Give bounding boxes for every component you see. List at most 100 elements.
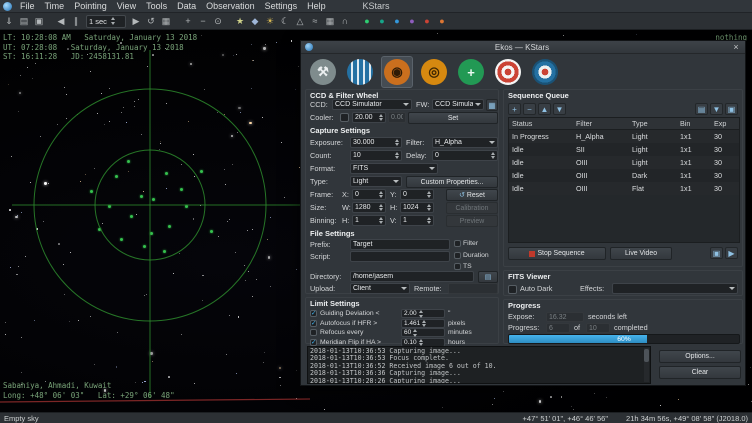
zoom-in-icon[interactable]: + bbox=[181, 14, 195, 28]
moon-toggle-icon[interactable]: ☾ bbox=[278, 14, 292, 28]
custom-properties-button[interactable]: Custom Properties... bbox=[406, 176, 498, 188]
guide-module-tab[interactable]: + bbox=[455, 56, 487, 88]
zoom-out-icon[interactable]: − bbox=[196, 14, 210, 28]
bin-h-input[interactable]: 1 bbox=[352, 215, 386, 226]
spin-arrows-icon[interactable] bbox=[419, 339, 423, 347]
video-display-button[interactable]: ▶ bbox=[725, 247, 738, 259]
reset-frame-button[interactable]: ↺Reset bbox=[446, 189, 498, 201]
focus-module-tab[interactable]: ◎ bbox=[418, 56, 450, 88]
planet-marker-icon[interactable]: ● bbox=[390, 14, 404, 28]
menu-pointing[interactable]: Pointing bbox=[69, 0, 112, 13]
stars-toggle-icon[interactable]: ★ bbox=[233, 14, 247, 28]
fw-select[interactable]: CCD Simulator bbox=[432, 99, 484, 110]
milky-way-toggle-icon[interactable]: ≈ bbox=[308, 14, 322, 28]
type-select[interactable]: Light bbox=[350, 176, 402, 187]
auto-dark-checkbox[interactable] bbox=[508, 285, 517, 294]
bin-v-input[interactable]: 1 bbox=[400, 215, 434, 226]
observatory-module-tab[interactable] bbox=[529, 56, 561, 88]
spin-arrows-icon[interactable] bbox=[422, 320, 426, 328]
fits-preview-button[interactable]: ▣ bbox=[710, 247, 723, 259]
options-button[interactable]: Options... bbox=[659, 350, 741, 363]
limit-value-input[interactable]: 1.461 bbox=[401, 319, 445, 328]
time-rewind-icon[interactable]: ◀ bbox=[54, 14, 68, 28]
sun-marker-icon[interactable]: ● bbox=[435, 14, 449, 28]
move-job-down-icon[interactable]: ▼ bbox=[553, 103, 566, 115]
calendar-icon[interactable]: ▦ bbox=[159, 14, 173, 28]
dialog-titlebar[interactable]: Ekos — KStars × bbox=[301, 41, 745, 54]
clear-button[interactable]: Clear bbox=[659, 366, 741, 379]
setup-module-tab[interactable]: ⚒ bbox=[307, 56, 339, 88]
spin-arrows-icon[interactable] bbox=[491, 152, 495, 160]
spin-arrows-icon[interactable] bbox=[419, 310, 423, 318]
frame-x-input[interactable]: 0 bbox=[352, 189, 386, 200]
log-scrollbar-thumb[interactable] bbox=[644, 349, 649, 362]
ccd-select[interactable]: CCD Simulator bbox=[332, 99, 412, 110]
menu-view[interactable]: View bbox=[112, 0, 141, 13]
print-icon[interactable]: ▣ bbox=[32, 14, 46, 28]
effects-select[interactable] bbox=[612, 283, 738, 294]
cooler-checkbox[interactable] bbox=[340, 113, 349, 122]
constellation-toggle-icon[interactable]: △ bbox=[293, 14, 307, 28]
limit-checkbox[interactable]: ✓ bbox=[310, 310, 317, 317]
move-job-up-icon[interactable]: ▲ bbox=[538, 103, 551, 115]
horizon-toggle-icon[interactable]: ∩ bbox=[338, 14, 352, 28]
spin-arrows-icon[interactable] bbox=[427, 217, 431, 225]
time-info-box[interactable]: LT: 10:28:08 AM Saturday, January 13 201… bbox=[3, 33, 197, 62]
save-queue-as-icon[interactable]: ▣ bbox=[725, 103, 738, 115]
spin-arrows-icon[interactable] bbox=[111, 17, 115, 25]
spin-arrows-icon[interactable] bbox=[413, 329, 417, 337]
load-queue-icon[interactable]: ▤ bbox=[695, 103, 708, 115]
spin-arrows-icon[interactable] bbox=[395, 152, 399, 160]
menu-data[interactable]: Data bbox=[172, 0, 201, 13]
queue-row[interactable]: IdleOIIIDark1x130 bbox=[509, 169, 739, 182]
format-select[interactable]: FITS bbox=[350, 163, 438, 174]
sequence-queue-table[interactable]: StatusFilterTypeBinExpIn ProgressH_Alpha… bbox=[508, 117, 740, 243]
spin-arrows-icon[interactable] bbox=[379, 204, 383, 212]
spin-arrows-icon[interactable] bbox=[379, 114, 383, 122]
queue-row[interactable]: IdleOIIIFlat1x130 bbox=[509, 182, 739, 195]
spin-arrows-icon[interactable] bbox=[427, 191, 431, 199]
limit-value-input[interactable]: 60 bbox=[401, 328, 445, 337]
limit-checkbox[interactable]: ✓ bbox=[310, 320, 317, 327]
deep-sky-toggle-icon[interactable]: ◆ bbox=[248, 14, 262, 28]
script-input[interactable] bbox=[350, 251, 450, 262]
time-to-now-icon[interactable]: ↺ bbox=[144, 14, 158, 28]
limit-checkbox[interactable]: ✓ bbox=[310, 339, 317, 346]
open-image-icon[interactable]: ▤ bbox=[17, 14, 31, 28]
time-step-spinbox[interactable]: 1 sec bbox=[86, 15, 126, 28]
queue-row[interactable]: IdleOIIILight1x130 bbox=[509, 156, 739, 169]
add-job-icon[interactable]: + bbox=[508, 103, 521, 115]
filter-select[interactable]: H_Alpha bbox=[432, 137, 498, 148]
spin-arrows-icon[interactable] bbox=[427, 204, 431, 212]
queue-row[interactable]: In ProgressH_AlphaLight1x130 bbox=[509, 130, 739, 143]
align-module-tab[interactable] bbox=[492, 56, 524, 88]
pause-time-icon[interactable]: ∥ bbox=[69, 14, 83, 28]
location-info-box[interactable]: Sabahiya, Ahmadi, KuwaitLong: +48° 06' 0… bbox=[3, 381, 175, 400]
prefix-duration-checkbox[interactable] bbox=[454, 252, 461, 259]
satellite-marker-icon[interactable]: ● bbox=[375, 14, 389, 28]
grid-toggle-icon[interactable]: ▦ bbox=[323, 14, 337, 28]
limit-checkbox[interactable] bbox=[310, 329, 317, 336]
menu-settings[interactable]: Settings bbox=[260, 0, 303, 13]
set-button[interactable]: Set bbox=[408, 112, 498, 124]
browse-directory-button[interactable]: ▤ bbox=[478, 271, 498, 283]
asteroid-marker-icon[interactable]: ● bbox=[420, 14, 434, 28]
save-queue-icon[interactable]: ▼ bbox=[710, 103, 723, 115]
close-icon[interactable]: × bbox=[731, 41, 741, 54]
count-input[interactable]: 10 bbox=[350, 150, 402, 161]
size-h-input[interactable]: 1024 bbox=[400, 202, 434, 213]
limit-value-input[interactable]: 2.00 bbox=[401, 309, 445, 318]
solar-system-toggle-icon[interactable]: ☀ bbox=[263, 14, 277, 28]
upload-select[interactable]: Client bbox=[350, 283, 410, 294]
filter-settings-button[interactable]: ▦ bbox=[486, 99, 498, 111]
remove-job-icon[interactable]: − bbox=[523, 103, 536, 115]
find-object-icon[interactable]: ⊙ bbox=[211, 14, 225, 28]
prefix-filter-checkbox[interactable] bbox=[454, 240, 461, 247]
advance-time-icon[interactable]: ▶ bbox=[129, 14, 143, 28]
spin-arrows-icon[interactable] bbox=[379, 191, 383, 199]
capture-module-tab[interactable]: ◉ bbox=[381, 56, 413, 88]
size-w-input[interactable]: 1280 bbox=[352, 202, 386, 213]
prefix-input[interactable]: Target bbox=[350, 239, 450, 250]
comet-marker-icon[interactable]: ● bbox=[405, 14, 419, 28]
delay-input[interactable]: 0 bbox=[432, 150, 498, 161]
